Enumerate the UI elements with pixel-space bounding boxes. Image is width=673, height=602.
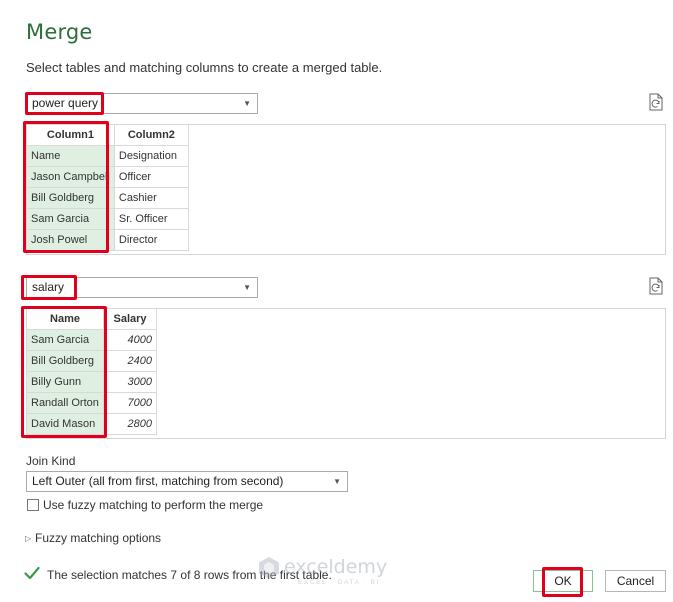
table-cell: Sr. Officer — [113, 208, 189, 230]
table-cell: Josh Powel — [26, 229, 115, 251]
table-row: David Mason 2800 — [26, 413, 157, 435]
refresh-preview-icon[interactable] — [648, 277, 664, 295]
table-row: Randall Orton 7000 — [26, 392, 157, 414]
chevron-down-icon: ▼ — [333, 477, 341, 486]
second-table-dropdown-value: salary — [32, 280, 65, 294]
table-cell: Randall Orton — [26, 392, 104, 414]
second-table-grid: Name Salary Sam Garcia 4000 Bill Goldber… — [26, 308, 157, 435]
table-cell: David Mason — [26, 413, 104, 435]
table-cell: Director — [113, 229, 189, 251]
table-cell: Bill Goldberg — [26, 187, 115, 209]
exceldemy-logo-icon — [259, 557, 279, 579]
table-row: Josh Powel Director — [26, 229, 189, 251]
table-cell: 3000 — [103, 371, 157, 393]
cancel-button[interactable]: Cancel — [605, 570, 666, 592]
table-row: Bill Goldberg Cashier — [26, 187, 189, 209]
column-header-name[interactable]: Name — [26, 308, 104, 330]
fuzzy-matching-options-toggle[interactable]: Fuzzy matching options — [35, 531, 161, 545]
table-header-row: Column1 Column2 — [26, 124, 189, 146]
column-header-column2[interactable]: Column2 — [113, 124, 189, 146]
table-cell: 2400 — [103, 350, 157, 372]
table-cell: Name — [26, 145, 115, 167]
table-cell: Jason Campbell — [26, 166, 115, 188]
ok-button[interactable]: OK — [533, 570, 593, 592]
join-kind-dropdown[interactable]: Left Outer (all from first, matching fro… — [26, 471, 348, 492]
fuzzy-matching-checkbox-label[interactable]: Use fuzzy matching to perform the merge — [43, 498, 263, 512]
column-header-column1[interactable]: Column1 — [26, 124, 115, 146]
table-cell: Billy Gunn — [26, 371, 104, 393]
table-cell: Officer — [113, 166, 189, 188]
table-row: Bill Goldberg 2400 — [26, 350, 157, 372]
chevron-down-icon: ▼ — [243, 283, 251, 292]
watermark-tagline: EXCEL · DATA · BI — [298, 579, 380, 586]
expand-triangle-icon[interactable]: ▷ — [25, 534, 31, 543]
table-row: Jason Campbell Officer — [26, 166, 189, 188]
join-kind-label: Join Kind — [26, 454, 76, 468]
table-row: Name Designation — [26, 145, 189, 167]
table-cell: 7000 — [103, 392, 157, 414]
second-table-dropdown[interactable]: salary ▼ — [26, 277, 258, 298]
column-header-salary[interactable]: Salary — [103, 308, 157, 330]
table-row: Sam Garcia Sr. Officer — [26, 208, 189, 230]
table-cell: Cashier — [113, 187, 189, 209]
dialog-title: Merge — [26, 20, 93, 44]
first-table-dropdown[interactable]: power query ▼ — [26, 93, 258, 114]
chevron-down-icon: ▼ — [243, 99, 251, 108]
table-header-row: Name Salary — [26, 308, 157, 330]
table-cell: Sam Garcia — [26, 329, 104, 351]
first-table-dropdown-value: power query — [32, 96, 99, 110]
refresh-preview-icon[interactable] — [648, 93, 664, 111]
checkmark-icon — [24, 566, 40, 580]
table-cell: Designation — [113, 145, 189, 167]
table-cell: Bill Goldberg — [26, 350, 104, 372]
table-row: Billy Gunn 3000 — [26, 371, 157, 393]
watermark-name: exceldemy — [284, 556, 388, 578]
table-cell: Sam Garcia — [26, 208, 115, 230]
table-cell: 4000 — [103, 329, 157, 351]
table-cell: 2800 — [103, 413, 157, 435]
table-row: Sam Garcia 4000 — [26, 329, 157, 351]
join-kind-dropdown-value: Left Outer (all from first, matching fro… — [32, 474, 284, 488]
first-table-grid: Column1 Column2 Name Designation Jason C… — [26, 124, 189, 251]
dialog-subtitle: Select tables and matching columns to cr… — [26, 60, 383, 75]
fuzzy-matching-checkbox[interactable] — [27, 499, 39, 511]
